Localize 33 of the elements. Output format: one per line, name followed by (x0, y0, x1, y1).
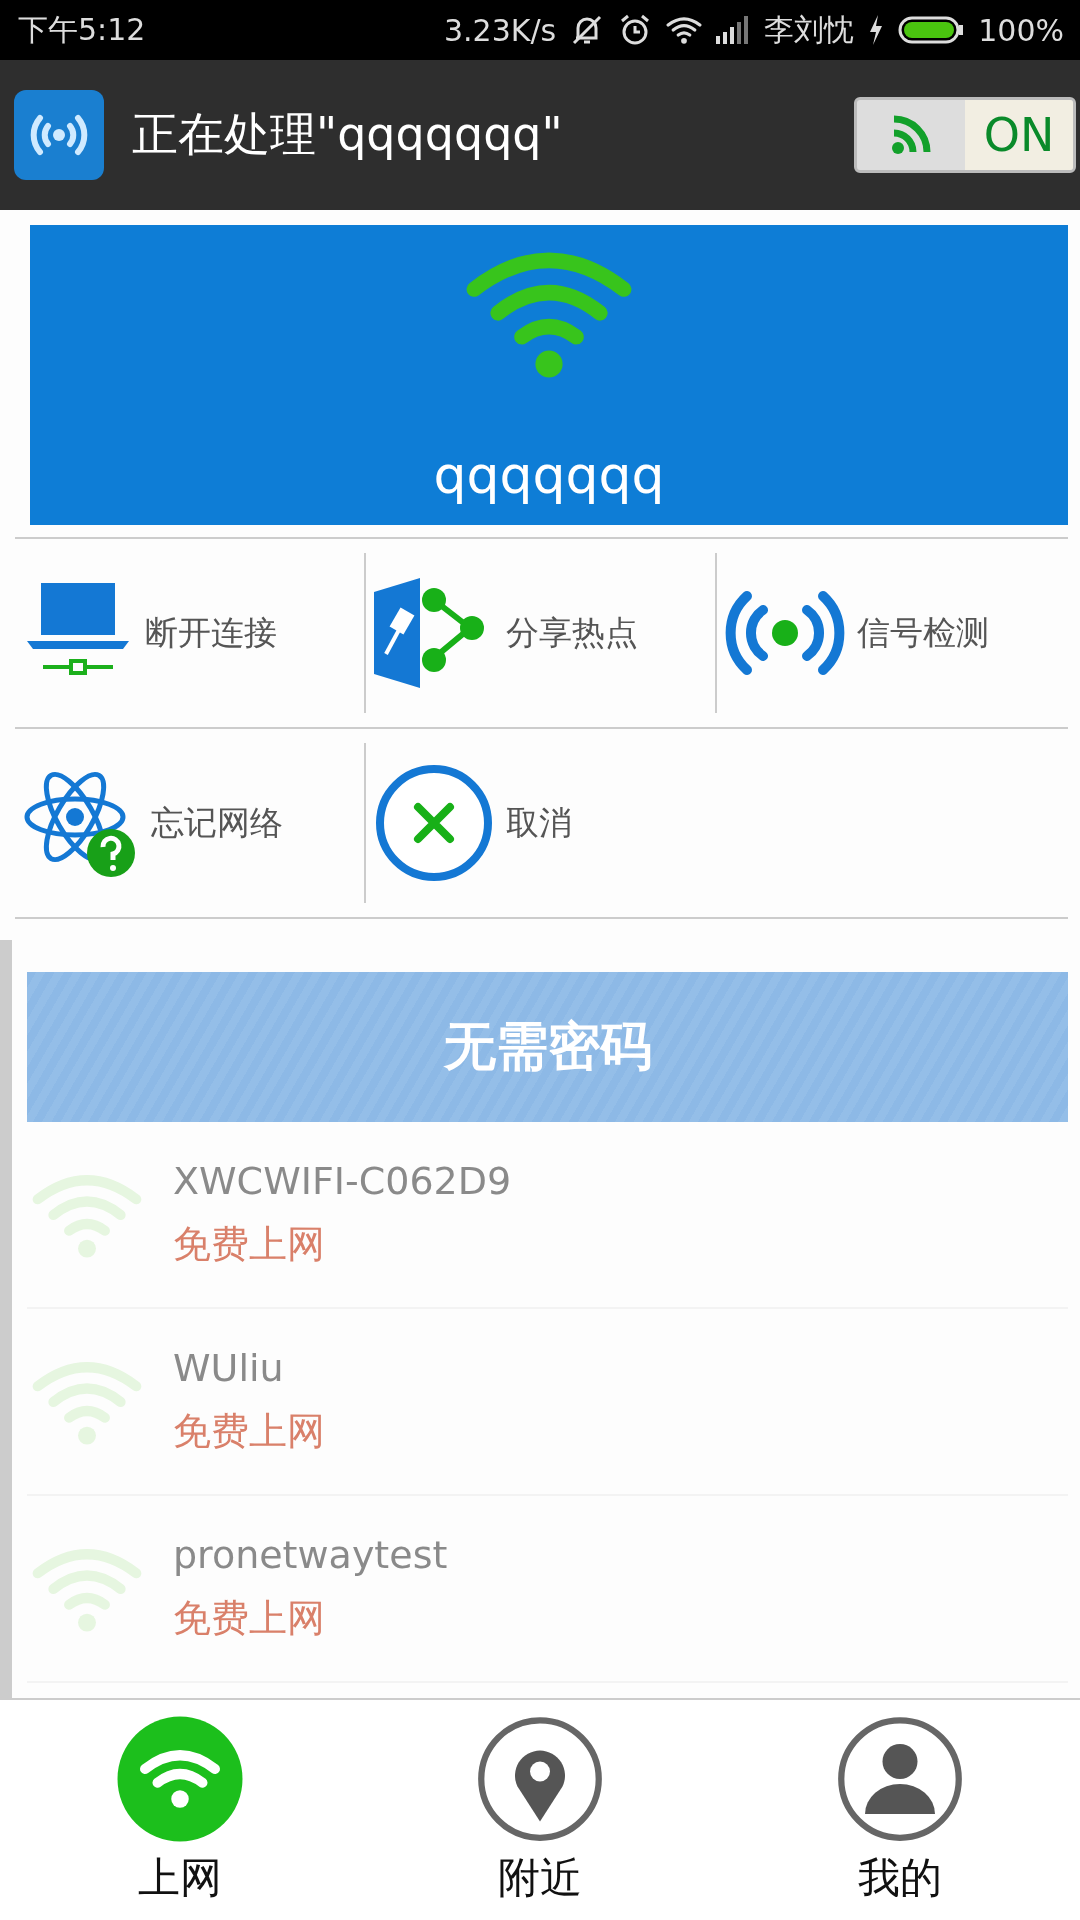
pin-icon (475, 1714, 605, 1844)
action-menu-item[interactable]: 分享热点 (366, 539, 717, 729)
status-time: 下午5:12 (18, 10, 146, 49)
nav-tab[interactable]: 附近 (360, 1700, 720, 1920)
charging-bolt-icon (868, 15, 885, 45)
battery-icon (898, 15, 965, 45)
action-menu-item[interactable]: 忘记网络 (15, 729, 366, 919)
network-ssid: pronetwaytest (173, 1533, 448, 1577)
action-menu-item[interactable]: 信号检测 (717, 539, 1068, 729)
network-speed: 3.23K/s (444, 12, 557, 48)
network-status: 免费上网 (173, 1595, 326, 1642)
cancel-x-icon (374, 763, 494, 883)
signal-broadcast-icon (725, 588, 845, 678)
action-menu-item[interactable]: 取消 (366, 729, 717, 919)
app-logo-icon (14, 90, 104, 180)
rss-feed-icon (891, 115, 931, 155)
battery-percent: 100% (978, 12, 1064, 48)
nav-tab[interactable]: 上网 (0, 1700, 360, 1920)
broadcast-toggle[interactable]: ON (854, 97, 1076, 173)
network-status: 免费上网 (173, 1221, 326, 1268)
wifi-icon (666, 15, 703, 45)
person-icon (835, 1714, 965, 1844)
carrier-name: 李刘忱 (764, 10, 855, 49)
section-header-band: 无需密码 (27, 972, 1068, 1122)
action-menu-item[interactable]: 断开连接 (15, 539, 366, 729)
screen-title: 正在处理"qqqqqqq" (132, 106, 564, 163)
network-ssid: XWCWIFI-C062D9 (173, 1159, 512, 1203)
network-ssid: WUliu (173, 1346, 285, 1390)
wifi-icon (115, 1714, 245, 1844)
signal-bars-icon (716, 16, 751, 44)
nav-tab[interactable]: 我的 (720, 1700, 1080, 1920)
network-status: 免费上网 (173, 1408, 325, 1455)
network-name: qqqqqqq (433, 445, 665, 505)
